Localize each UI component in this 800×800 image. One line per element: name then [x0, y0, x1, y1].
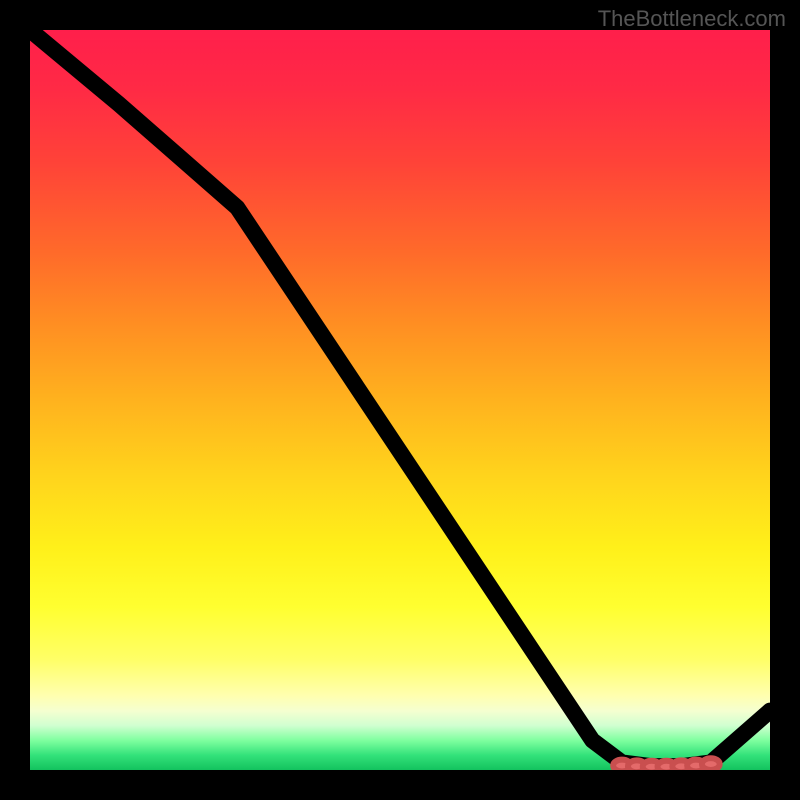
chart-markers [613, 758, 720, 770]
watermark-text: TheBottleneck.com [598, 6, 786, 32]
chart-line [30, 30, 770, 766]
chart-marker [702, 758, 720, 770]
chart-overlay [30, 30, 770, 770]
